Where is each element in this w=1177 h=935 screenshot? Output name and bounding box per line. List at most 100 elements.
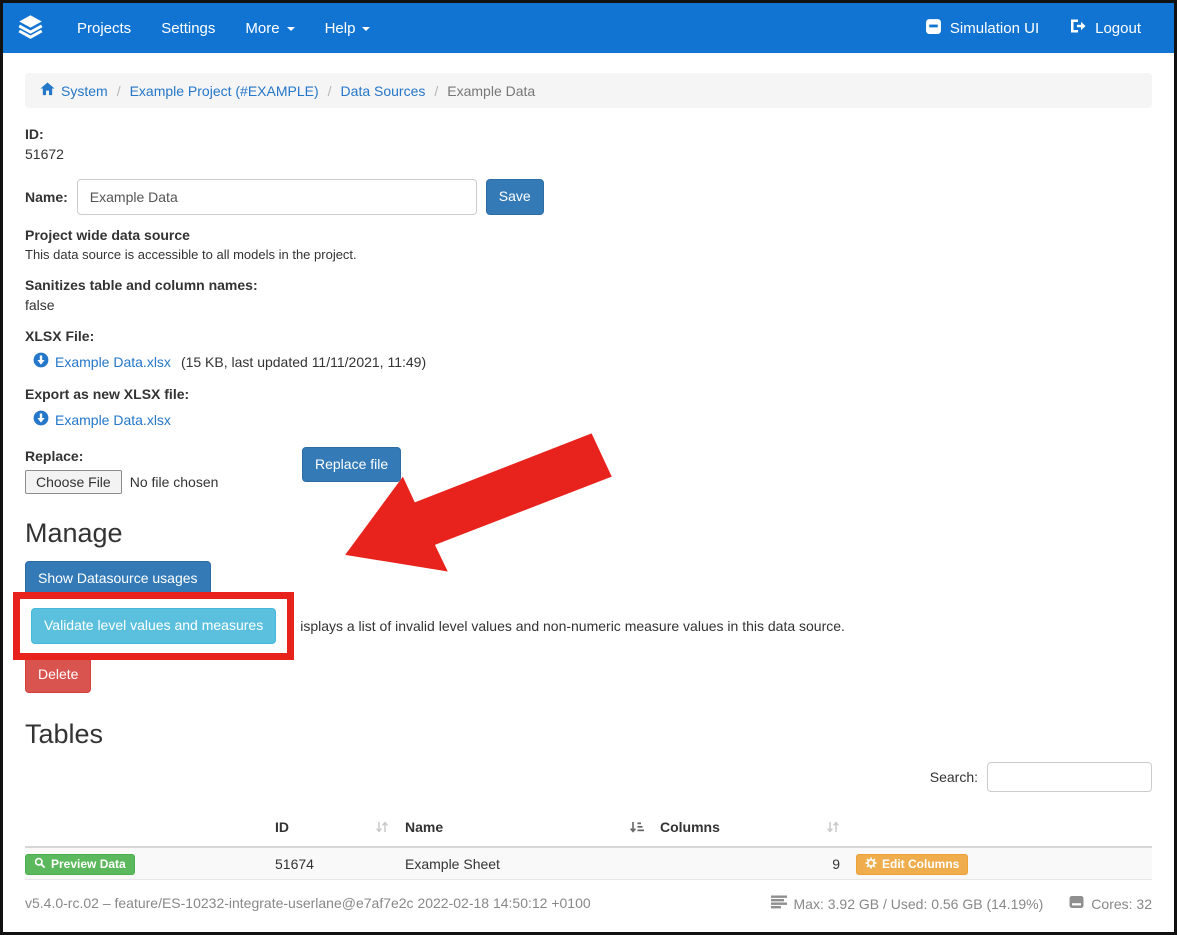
edit-cell: Edit Columns (848, 847, 1152, 882)
breadcrumb-item-system[interactable]: System (40, 82, 108, 99)
table-header-row: ID Name (25, 810, 1152, 847)
cpu-icon (1069, 895, 1084, 912)
sanitize-value: false (25, 297, 1152, 313)
xlsx-file-meta: (15 KB, last updated 11/11/2021, 11:49) (181, 354, 426, 370)
app-window: Projects Settings More Help Simulation U… (0, 0, 1177, 935)
cores-status: Cores: 32 (1069, 895, 1152, 912)
gear-icon (865, 857, 877, 872)
breadcrumb-item-data-sources[interactable]: Data Sources (341, 83, 426, 99)
tables-table: ID Name (25, 810, 1152, 882)
breadcrumb-label: System (61, 83, 108, 99)
sort-both-icon (375, 820, 389, 837)
delete-button[interactable]: Delete (25, 657, 91, 693)
validate-description: isplays a list of invalid level values a… (300, 618, 845, 634)
replace-file-button[interactable]: Replace file (302, 447, 401, 483)
sanitize-label: Sanitizes table and column names: (25, 277, 1152, 293)
manage-heading: Manage (25, 518, 1152, 549)
id-label: ID: (25, 126, 1152, 142)
edit-columns-button[interactable]: Edit Columns (856, 854, 968, 875)
preview-data-label: Preview Data (51, 857, 126, 871)
manage-buttons: Show Datasource usages Validate level va… (25, 561, 1152, 693)
export-file-row: Example Data.xlsx (33, 410, 1152, 429)
navbar: Projects Settings More Help Simulation U… (3, 3, 1174, 53)
breadcrumb-label: Example Project (#EXAMPLE) (130, 83, 319, 99)
column-header-columns[interactable]: Columns (652, 810, 848, 847)
nav-label: Projects (77, 20, 131, 37)
logout-icon (1069, 18, 1087, 38)
breadcrumb: System / Example Project (#EXAMPLE) / Da… (25, 73, 1152, 108)
tables-heading: Tables (25, 719, 1152, 750)
row-columns-cell: 9 (652, 847, 848, 882)
name-input[interactable] (77, 179, 477, 215)
choose-file-button[interactable]: Choose File (25, 470, 122, 494)
table-row: Preview Data 51674 Example Sheet 9 (25, 847, 1152, 882)
navbar-right: Simulation UI Logout (910, 3, 1156, 53)
footer: v5.4.0-rc.02 – feature/ES-10232-integrat… (25, 879, 1152, 932)
nav-label: Logout (1095, 20, 1141, 37)
preview-cell: Preview Data (25, 847, 267, 882)
breadcrumb-separator: / (319, 83, 341, 99)
download-circle-icon (33, 352, 49, 371)
nav-label: Help (325, 20, 356, 37)
search-icon (34, 857, 46, 872)
preview-data-button[interactable]: Preview Data (25, 854, 135, 875)
column-header-label: Columns (660, 819, 720, 835)
export-label: Export as new XLSX file: (25, 386, 1152, 402)
layers-icon (17, 14, 44, 42)
project-wide-desc: This data source is accessible to all mo… (25, 247, 1152, 262)
app-window-icon (925, 18, 942, 39)
sort-active-asc-icon (629, 820, 644, 837)
brand-logo[interactable] (17, 14, 44, 42)
nav-item-projects[interactable]: Projects (62, 3, 146, 53)
row-name-cell: Example Sheet (397, 847, 652, 882)
search-input[interactable] (987, 762, 1152, 792)
memory-text: Max: 3.92 GB / Used: 0.56 GB (14.19%) (794, 896, 1044, 912)
memory-bars-icon (771, 895, 787, 912)
breadcrumb-separator: / (425, 83, 447, 99)
search-row: Search: (25, 762, 1152, 792)
xlsx-file-row: Example Data.xlsx (15 KB, last updated 1… (33, 352, 1152, 371)
red-highlight-box: Validate level values and measures (13, 592, 294, 660)
home-icon (40, 82, 55, 99)
save-button[interactable]: Save (486, 179, 544, 215)
validate-level-values-button[interactable]: Validate level values and measures (31, 608, 276, 644)
xlsx-file-label: XLSX File: (25, 328, 1152, 344)
breadcrumb-label: Data Sources (341, 83, 426, 99)
row-id-cell: 51674 (267, 847, 397, 882)
download-circle-icon (33, 410, 49, 429)
replace-label: Replace: (25, 448, 293, 464)
name-row: Name: Save (25, 179, 1152, 215)
breadcrumb-item-project[interactable]: Example Project (#EXAMPLE) (130, 83, 319, 99)
project-wide-title: Project wide data source (25, 227, 1152, 243)
nav-label: Simulation UI (950, 20, 1039, 37)
file-input[interactable]: Choose File No file chosen (25, 470, 293, 494)
nav-item-simulation-ui[interactable]: Simulation UI (910, 3, 1054, 53)
caret-down-icon (362, 27, 370, 31)
nav-item-logout[interactable]: Logout (1054, 3, 1156, 53)
replace-section: Replace: Choose File No file chosen Repl… (25, 433, 1152, 496)
id-value: 51672 (25, 146, 1152, 162)
nav-item-settings[interactable]: Settings (146, 3, 230, 53)
column-header-label: Name (405, 819, 443, 835)
nav-item-help[interactable]: Help (310, 3, 386, 53)
version-text: v5.4.0-rc.02 – feature/ES-10232-integrat… (25, 895, 591, 911)
xlsx-download-link[interactable]: Example Data.xlsx (33, 352, 171, 371)
breadcrumb-current: Example Data (447, 83, 535, 99)
column-header-edit (848, 810, 1152, 847)
nav-item-more[interactable]: More (230, 3, 309, 53)
edit-columns-label: Edit Columns (882, 857, 959, 871)
column-header-actions (25, 810, 267, 847)
cores-text: Cores: 32 (1091, 896, 1152, 912)
column-header-name[interactable]: Name (397, 810, 652, 847)
search-label: Search: (930, 769, 978, 785)
export-download-link[interactable]: Example Data.xlsx (33, 410, 171, 429)
nav-label: Settings (161, 20, 215, 37)
caret-down-icon (287, 27, 295, 31)
nav-label: More (245, 20, 279, 37)
memory-status: Max: 3.92 GB / Used: 0.56 GB (14.19%) (771, 895, 1044, 912)
main-content: ID: 51672 Name: Save Project wide data s… (3, 126, 1174, 882)
xlsx-link-label: Example Data.xlsx (55, 354, 171, 370)
column-header-id[interactable]: ID (267, 810, 397, 847)
name-label: Name: (25, 189, 68, 205)
sort-both-icon (826, 820, 840, 837)
